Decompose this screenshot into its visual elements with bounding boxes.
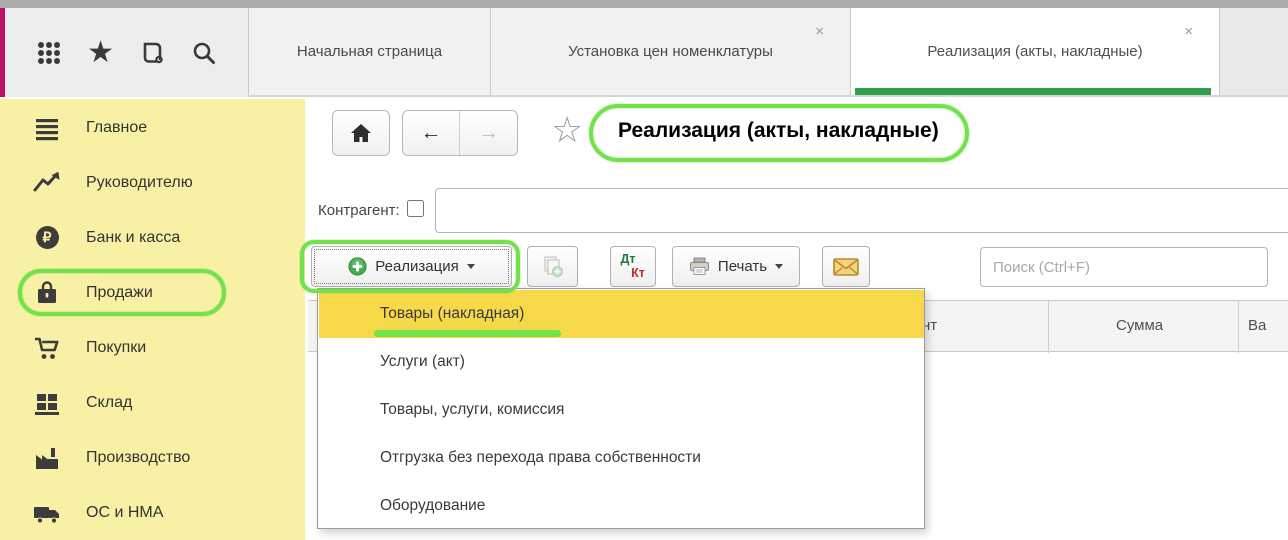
create-sales-document-button[interactable]: Реализация — [311, 246, 512, 287]
tab-price-setting[interactable]: Установка цен номенклатуры × — [490, 8, 850, 95]
ruble-glyph: ₽ — [42, 229, 52, 245]
create-document-dropdown-menu: Товары (накладная) Услуги (акт) Товары, … — [317, 288, 925, 529]
sidebar-item-manager[interactable]: Руководителю — [0, 155, 305, 210]
copy-document-add-icon — [543, 255, 563, 277]
chevron-down-icon — [466, 264, 475, 269]
back-button[interactable]: ← — [403, 111, 460, 155]
send-email-button[interactable] — [822, 246, 870, 287]
tab-label: Установка цен номенклатуры — [568, 43, 773, 60]
printer-icon — [689, 257, 709, 275]
page-title: Реализация (акты, накладные) — [618, 119, 939, 142]
column-header-currency[interactable]: Ва — [1248, 317, 1266, 334]
counterparty-filter-input[interactable] — [435, 188, 1288, 233]
apps-grid-icon[interactable] — [29, 33, 69, 73]
search-glyph — [193, 42, 216, 64]
column-header-amount[interactable]: Сумма — [1116, 317, 1163, 334]
sidebar-item-label: Главное — [86, 118, 148, 136]
close-icon[interactable]: × — [815, 24, 824, 39]
tab-home-page[interactable]: Начальная страница — [248, 8, 490, 95]
section-sidebar: Главное Руководителю ₽ Банк и касса Прод… — [0, 99, 305, 540]
shopping-cart-icon — [33, 334, 61, 362]
plus-circle-icon — [348, 257, 367, 276]
sidebar-item-label: Банк и касса — [86, 228, 181, 246]
menu-item-equipment[interactable]: Оборудование — [319, 482, 924, 530]
chevron-down-icon — [775, 264, 784, 269]
factory-icon — [33, 444, 61, 472]
menu-item-shipment-without-ownership[interactable]: Отгрузка без перехода права собственност… — [319, 434, 924, 482]
menu-lines-icon — [33, 114, 61, 142]
history-glyph — [144, 42, 164, 63]
column-divider[interactable] — [1048, 301, 1049, 353]
sidebar-item-label: Продажи — [86, 283, 153, 301]
app-window: ★ Начальная страница Установка цен номен… — [0, 0, 1288, 540]
ruble-circle-icon: ₽ — [33, 224, 61, 252]
forward-button[interactable]: → — [460, 111, 517, 155]
envelope-icon — [833, 257, 859, 276]
window-top-strip — [0, 0, 1288, 8]
menu-item-goods-invoice[interactable]: Товары (накладная) — [319, 290, 924, 338]
sidebar-item-label: ОС и НМА — [86, 503, 164, 521]
sidebar-item-main[interactable]: Главное — [0, 100, 305, 155]
sidebar-item-label: Покупки — [86, 338, 147, 356]
warehouse-boxes-icon — [33, 389, 61, 417]
search-icon[interactable] — [184, 33, 224, 73]
copy-document-button[interactable] — [527, 246, 578, 287]
search-input[interactable] — [980, 247, 1268, 287]
shopping-bag-icon — [33, 279, 61, 307]
counterparty-filter-label: Контрагент: — [318, 202, 400, 219]
truck-icon — [33, 499, 61, 527]
show-postings-dtkt-button[interactable]: Дт Кт — [610, 246, 656, 287]
menu-item-services-act[interactable]: Услуги (акт) — [319, 338, 924, 386]
sidebar-item-sales[interactable]: Продажи — [0, 265, 305, 320]
apps-grid-glyph — [37, 41, 60, 64]
active-tab-indicator — [855, 88, 1211, 95]
add-to-favorites-star-icon[interactable]: ☆ — [551, 112, 583, 148]
favorites-star-icon[interactable]: ★ — [81, 33, 121, 73]
home-icon — [351, 124, 371, 142]
create-button-label: Реализация — [375, 258, 459, 275]
sidebar-item-production[interactable]: Производство — [0, 430, 305, 485]
column-divider[interactable] — [1238, 301, 1239, 353]
sidebar-item-fixed-assets[interactable]: ОС и НМА — [0, 485, 305, 540]
sidebar-item-purchases[interactable]: Покупки — [0, 320, 305, 375]
sidebar-item-label: Склад — [86, 393, 133, 411]
menu-item-goods-services-commission[interactable]: Товары, услуги, комиссия — [319, 386, 924, 434]
tab-label: Начальная страница — [296, 43, 443, 60]
sidebar-item-warehouse[interactable]: Склад — [0, 375, 305, 430]
counterparty-filter-checkbox[interactable] — [407, 200, 424, 217]
print-button[interactable]: Печать — [672, 246, 800, 287]
sidebar-item-label: Производство — [86, 448, 191, 466]
kt-label: Кт — [631, 265, 645, 280]
main-menu-panel: ★ — [5, 8, 248, 97]
close-icon[interactable]: × — [1184, 24, 1193, 39]
history-icon[interactable] — [132, 33, 172, 73]
trend-chart-icon — [33, 169, 61, 197]
sidebar-item-label: Руководителю — [86, 173, 193, 191]
tab-label: Реализация (акты, накладные) — [927, 43, 1143, 60]
print-button-label: Печать — [717, 258, 768, 275]
history-nav-buttons: ← → — [402, 110, 518, 156]
dt-label: Дт — [620, 252, 636, 267]
tab-sales-documents[interactable]: Реализация (акты, накладные) × — [850, 8, 1220, 95]
home-button[interactable] — [332, 110, 390, 156]
sidebar-item-bank-cash[interactable]: ₽ Банк и касса — [0, 210, 305, 265]
